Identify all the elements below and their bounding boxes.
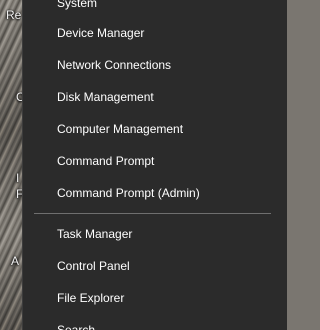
menu-item-search[interactable]: Search xyxy=(23,314,288,330)
menu-item-command-prompt-admin[interactable]: Command Prompt (Admin) xyxy=(23,177,288,209)
desktop-icon-label[interactable]: A xyxy=(11,255,19,267)
menu-item-device-manager[interactable]: Device Manager xyxy=(23,17,288,49)
quick-link-menu: System Device Manager Network Connection… xyxy=(22,0,287,330)
desktop-icon-label[interactable]: I xyxy=(16,172,19,184)
menu-separator xyxy=(34,213,271,214)
menu-item-disk-management[interactable]: Disk Management xyxy=(23,81,288,113)
menu-item-task-manager[interactable]: Task Manager xyxy=(23,218,288,250)
menu-item-file-explorer[interactable]: File Explorer xyxy=(23,282,288,314)
menu-item-network-connections[interactable]: Network Connections xyxy=(23,49,288,81)
menu-item-computer-management[interactable]: Computer Management xyxy=(23,113,288,145)
menu-item-command-prompt[interactable]: Command Prompt xyxy=(23,145,288,177)
menu-item-control-panel[interactable]: Control Panel xyxy=(23,250,288,282)
desktop-icon-label[interactable]: Re xyxy=(6,9,21,21)
